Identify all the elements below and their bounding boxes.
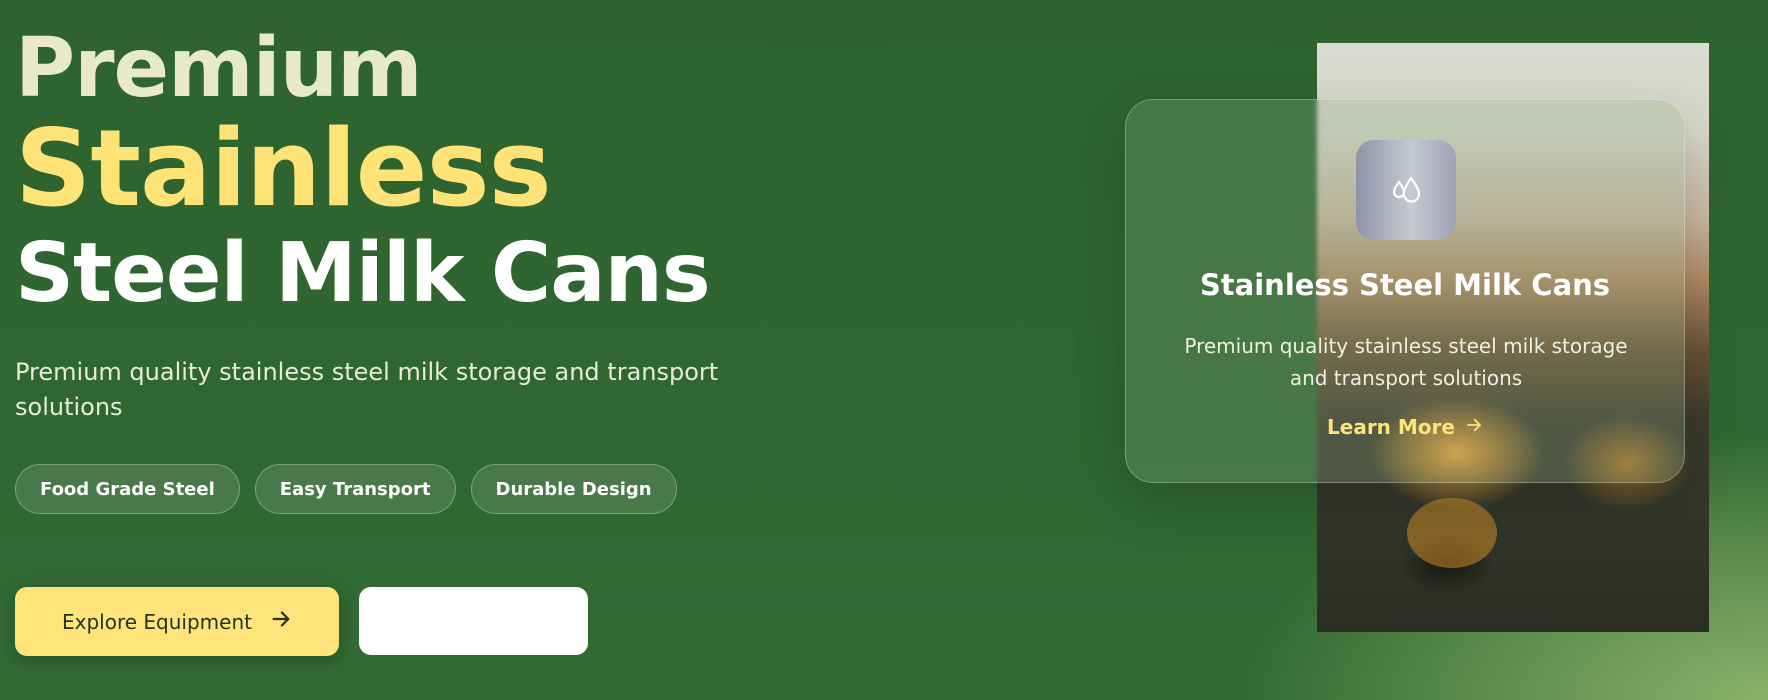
card-description: Premium quality stainless steel milk sto… <box>1184 334 1628 390</box>
explore-equipment-button[interactable]: Explore Equipment <box>15 587 339 656</box>
tag-food-grade-steel: Food Grade Steel <box>15 464 240 514</box>
learn-more-link[interactable]: Learn More <box>1126 415 1684 439</box>
arrow-right-icon <box>1465 415 1483 439</box>
hero-subtitle: Premium quality stainless steel milk sto… <box>15 358 719 421</box>
arrow-right-icon <box>270 608 292 635</box>
card-title: Stainless Steel Milk Cans <box>1199 268 1611 302</box>
glass-highlight <box>1407 498 1497 568</box>
secondary-button[interactable] <box>359 587 588 655</box>
hero-title: Premium Stainless Steel Milk Cans <box>15 22 775 326</box>
tag-durable-design: Durable Design <box>470 464 677 514</box>
product-card: Stainless Steel Milk Cans Premium qualit… <box>1125 99 1685 483</box>
hero-title-stainless: Stainless <box>15 107 552 230</box>
tag-easy-transport: Easy Transport <box>254 464 456 514</box>
hero-actions: Explore Equipment <box>15 587 588 656</box>
feature-tags: Food Grade Steel Easy Transport Durable … <box>15 464 677 514</box>
droplets-icon <box>1356 140 1456 240</box>
explore-equipment-label: Explore Equipment <box>62 609 252 634</box>
hero-title-steel-milk-cans: Steel Milk Cans <box>15 226 711 321</box>
hero-title-premium: Premium <box>15 21 423 116</box>
learn-more-label: Learn More <box>1327 415 1455 439</box>
